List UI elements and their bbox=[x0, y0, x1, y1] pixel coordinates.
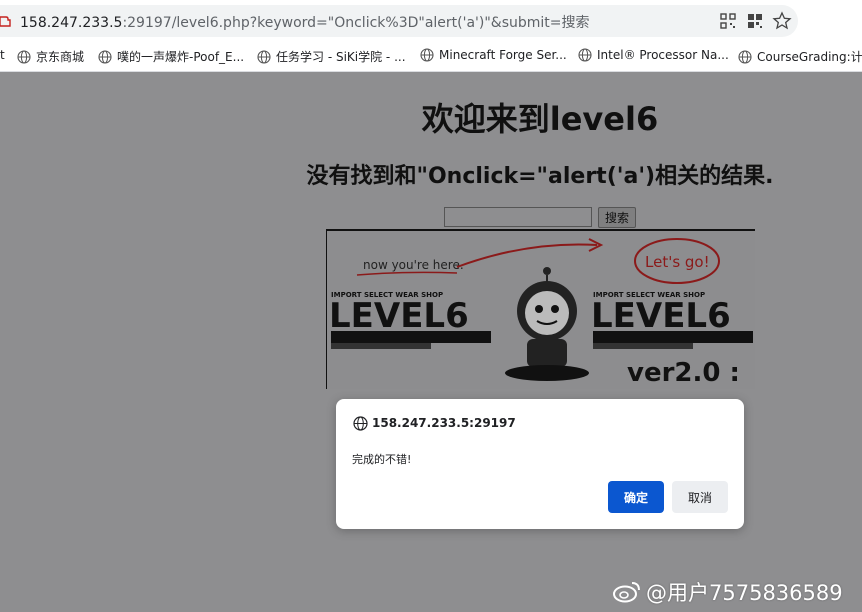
search-button[interactable]: 搜索 bbox=[598, 207, 636, 228]
star-icon[interactable] bbox=[772, 11, 792, 31]
bookmark-item[interactable]: CourseGrading:计算 bbox=[738, 48, 862, 65]
version-label: ver2.0 : bbox=[627, 358, 740, 388]
result-message: 没有找到和"Onclick="alert('a')相关的结果. bbox=[306, 164, 774, 189]
ok-button[interactable]: 确定 bbox=[608, 481, 664, 513]
watermark: @用户7575836589 bbox=[612, 577, 843, 607]
bookmark-item[interactable]: 噗的一声爆炸-Poof_E... bbox=[98, 48, 244, 65]
logo-left: LEVEL6 bbox=[329, 296, 469, 336]
dialog-message: 完成的不错! bbox=[352, 453, 412, 466]
cancel-button[interactable]: 取消 bbox=[672, 481, 728, 513]
qr-icon[interactable] bbox=[718, 11, 738, 31]
grid-icon[interactable] bbox=[745, 11, 765, 31]
bookmark-item[interactable]: Minecraft Forge Ser... bbox=[420, 48, 567, 62]
globe-icon bbox=[578, 48, 592, 62]
globe-icon bbox=[353, 416, 368, 431]
dialog-origin: 158.247.233.5:29197 bbox=[372, 416, 516, 430]
globe-icon bbox=[738, 49, 752, 64]
bookmarks-bar: t 京东商城 噗的一声爆炸-Poof_E... 任务学习 - SiKi学院 - … bbox=[0, 42, 862, 72]
globe-icon bbox=[420, 48, 434, 62]
globe-icon bbox=[98, 49, 112, 64]
alert-dialog: 158.247.233.5:29197 完成的不错! 确定 取消 bbox=[336, 399, 744, 529]
search-input[interactable] bbox=[444, 207, 592, 227]
banner-note-right: Let's go! bbox=[645, 253, 710, 271]
banner-art: now you're here. Let's go! IMPORT SELECT… bbox=[329, 238, 753, 388]
level-banner-image: now you're here. Let's go! IMPORT SELECT… bbox=[326, 229, 755, 389]
url-text[interactable]: 158.247.233.5:29197/level6.php?keyword="… bbox=[20, 12, 590, 32]
not-secure-icon[interactable] bbox=[0, 15, 12, 27]
bookmark-item[interactable]: 任务学习 - SiKi学院 - ... bbox=[257, 48, 406, 65]
globe-icon bbox=[17, 49, 31, 64]
banner-note-left: now you're here. bbox=[363, 258, 464, 272]
bookmark-item[interactable]: 京东商城 bbox=[17, 48, 84, 65]
weibo-logo-icon bbox=[613, 582, 640, 603]
page-content: 欢迎来到level6 没有找到和"Onclick="alert('a')相关的结… bbox=[0, 72, 862, 612]
bookmark-item[interactable]: t bbox=[0, 48, 5, 62]
bookmark-item[interactable]: Intel® Processor Na... bbox=[578, 48, 729, 62]
page-title: 欢迎来到level6 bbox=[421, 100, 659, 138]
logo-right: LEVEL6 bbox=[591, 296, 731, 336]
omnibox[interactable]: 158.247.233.5:29197/level6.php?keyword="… bbox=[0, 5, 798, 37]
address-bar: 158.247.233.5:29197/level6.php?keyword="… bbox=[0, 0, 862, 43]
globe-icon bbox=[257, 49, 271, 64]
